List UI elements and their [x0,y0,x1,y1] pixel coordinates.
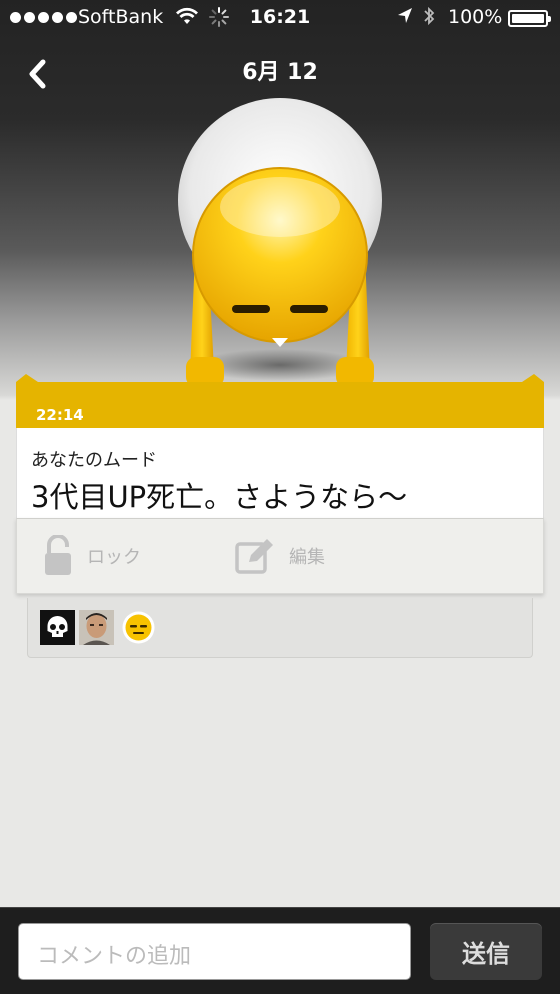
battery-icon [508,10,551,27]
entry-time: 22:14 [36,406,84,424]
comment-bar: コメントの追加 送信 [0,907,560,994]
bluetooth-icon [422,4,436,33]
edit-label: 編集 [289,547,325,568]
status-bar: SoftBank 16:21 100% [0,0,560,38]
card-actions: ロック 編集 [16,518,544,594]
page-title: 6月 12 [242,60,318,85]
comment-input[interactable]: コメントの追加 [18,923,411,980]
mood-mascot-image [150,95,410,395]
edit-button[interactable]: 編集 [235,533,325,579]
location-arrow-icon [396,6,414,31]
lock-label: ロック [87,547,141,568]
skull-icon[interactable] [40,610,75,645]
lock-icon [45,535,71,575]
face-meh-icon[interactable] [121,610,156,645]
reactions-bar [27,598,533,658]
lock-button[interactable]: ロック [43,533,141,579]
card-header: 22:14 [16,374,544,428]
battery-percent: 100% [448,6,503,28]
mood-text: 3代目UP死亡。さようなら〜 [31,480,408,514]
avatar[interactable] [79,610,114,645]
mood-entry: あなたのムード 3代目UP死亡。さようなら〜 [16,428,544,518]
mood-card: 22:14 あなたのムード 3代目UP死亡。さようなら〜 ロック 編集 [16,374,544,594]
mood-caption: あなたのムード [31,450,157,471]
send-button[interactable]: 送信 [430,923,542,980]
edit-icon [235,539,273,574]
